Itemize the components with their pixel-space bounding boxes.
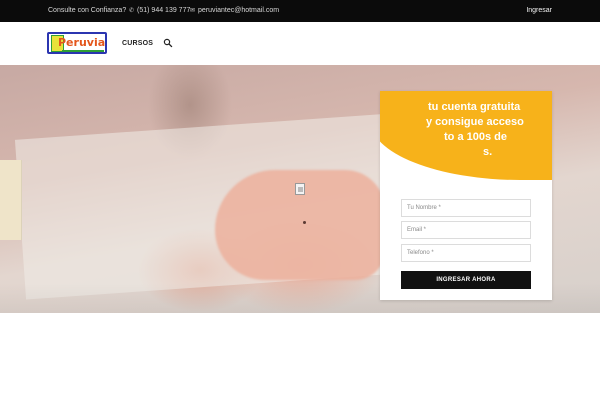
search-icon[interactable] xyxy=(163,38,173,48)
envelope-icon: ✉ xyxy=(190,8,196,14)
signup-heading-line: s. xyxy=(483,146,493,158)
signup-heading: tu cuenta gratuita y consigue acceso to … xyxy=(386,100,546,160)
signup-heading-line: y consigue acceso xyxy=(426,116,524,128)
hero-paper-edge xyxy=(0,160,22,240)
logo-text: Peruvian xyxy=(58,36,106,49)
logo-underline xyxy=(62,50,104,52)
top-bar: Consulte con Confianza? ✆ (51) 944 139 77… xyxy=(0,0,600,22)
site-header: Peruvian CURSOS xyxy=(0,22,600,65)
topbar-email[interactable]: ✉ peruviantec@hotmail.com xyxy=(190,0,279,22)
nav-item-cursos[interactable]: CURSOS xyxy=(122,22,153,65)
signup-card: tu cuenta gratuita y consigue acceso to … xyxy=(380,91,552,300)
hero-detail xyxy=(303,221,306,224)
phone-field[interactable]: Telefono * xyxy=(401,244,531,262)
name-field[interactable]: Tu Nombre * xyxy=(401,199,531,217)
site-logo[interactable]: Peruvian xyxy=(47,32,107,54)
login-link[interactable]: Ingresar xyxy=(526,0,552,22)
phone-icon: ✆ xyxy=(129,8,135,14)
topbar-phone-text: (51) 944 139 777 xyxy=(137,7,191,14)
signup-heading-line: to a 100s de xyxy=(444,131,507,143)
page: Consulte con Confianza? ✆ (51) 944 139 77… xyxy=(0,0,600,400)
topbar-tagline: Consulte con Confianza? xyxy=(48,7,127,14)
topbar-email-text: peruviantec@hotmail.com xyxy=(198,7,280,14)
signup-heading-line: tu cuenta gratuita xyxy=(428,101,521,113)
topbar-phone[interactable]: ✆ (51) 944 139 777 xyxy=(129,0,190,22)
email-field[interactable]: Email * xyxy=(401,221,531,239)
submit-button[interactable]: INGRESAR AHORA xyxy=(401,271,531,289)
broken-image-icon xyxy=(295,183,305,195)
